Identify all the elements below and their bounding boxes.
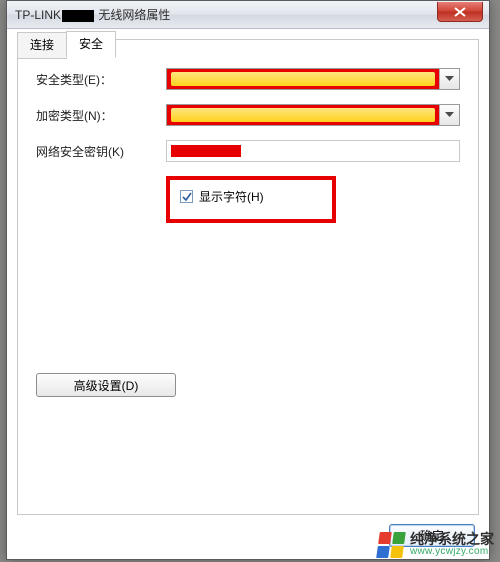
chevron-down-icon bbox=[445, 76, 454, 82]
title-prefix: TP-LINK bbox=[15, 8, 61, 22]
security-type-label: 安全类型(E)： bbox=[36, 71, 166, 88]
chevron-down-icon bbox=[445, 112, 454, 118]
tab-panel: 安全类型(E)： 加密类型(N)： 网络安全密钥(K bbox=[17, 39, 479, 515]
tab-strip: 连接 安全 bbox=[17, 31, 115, 58]
close-icon bbox=[454, 7, 466, 17]
encryption-type-dropdown[interactable] bbox=[166, 104, 460, 126]
network-key-label: 网络安全密钥(K) bbox=[36, 143, 166, 160]
network-key-input[interactable] bbox=[166, 140, 460, 162]
titlebar: TP-LINK 无线网络属性 bbox=[7, 1, 489, 29]
row-network-key: 网络安全密钥(K) bbox=[36, 140, 460, 162]
tab-security[interactable]: 安全 bbox=[66, 31, 116, 58]
row-security-type: 安全类型(E)： bbox=[36, 68, 460, 90]
close-button[interactable] bbox=[437, 2, 483, 22]
security-type-value-redacted bbox=[167, 69, 439, 89]
title-suffix: 无线网络属性 bbox=[98, 8, 170, 22]
form-area: 安全类型(E)： 加密类型(N)： 网络安全密钥(K bbox=[18, 40, 478, 409]
network-key-value-redacted bbox=[171, 145, 241, 157]
tab-connection[interactable]: 连接 bbox=[17, 32, 67, 59]
dropdown-arrow[interactable] bbox=[439, 105, 459, 125]
dialog-footer: 确定 bbox=[389, 524, 475, 547]
ok-button[interactable]: 确定 bbox=[389, 524, 475, 547]
dialog-window: TP-LINK 无线网络属性 连接 安全 安全类型(E)： bbox=[6, 0, 490, 560]
title-redaction bbox=[62, 10, 94, 22]
encryption-type-label: 加密类型(N)： bbox=[36, 107, 166, 124]
show-characters-row: 显示字符(H) bbox=[180, 188, 322, 205]
window-title: TP-LINK 无线网络属性 bbox=[15, 6, 489, 23]
checkmark-icon bbox=[182, 192, 192, 202]
security-type-dropdown[interactable] bbox=[166, 68, 460, 90]
row-encryption-type: 加密类型(N)： bbox=[36, 104, 460, 126]
encryption-type-value-redacted bbox=[167, 105, 439, 125]
advanced-settings-button[interactable]: 高级设置(D) bbox=[36, 373, 176, 397]
show-characters-highlight: 显示字符(H) bbox=[166, 176, 336, 223]
show-characters-label: 显示字符(H) bbox=[199, 188, 264, 205]
show-characters-checkbox[interactable] bbox=[180, 190, 193, 203]
dropdown-arrow[interactable] bbox=[439, 69, 459, 89]
